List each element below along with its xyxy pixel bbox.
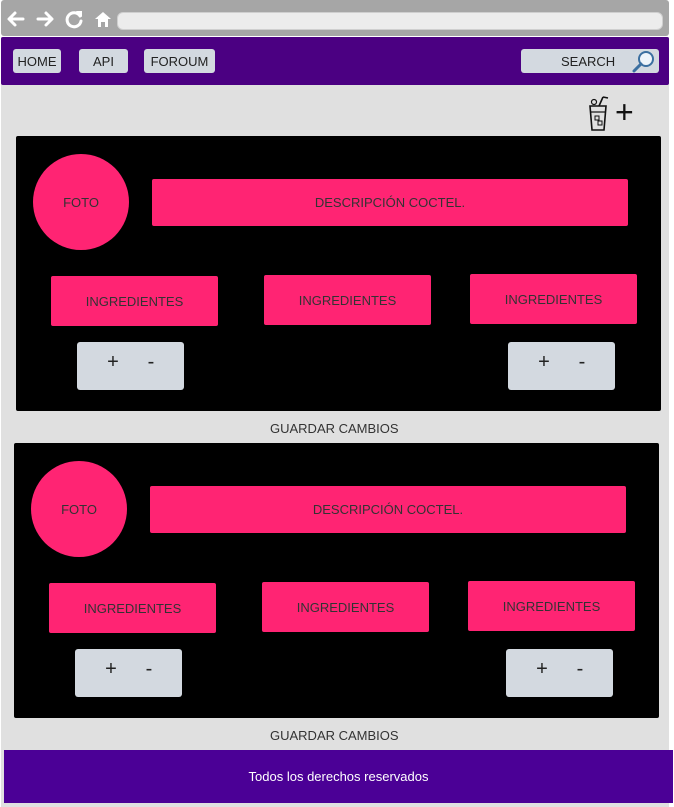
ingredients-field[interactable]: INGREDIENTES xyxy=(470,274,637,324)
reload-icon[interactable] xyxy=(63,8,85,30)
footer-copyright-text: Todos los derechos reservados xyxy=(248,769,429,784)
back-arrow-icon[interactable] xyxy=(5,8,27,30)
nav-forum-button[interactable]: FOROUM xyxy=(144,49,215,73)
save-changes-button[interactable]: GUARDAR CAMBIOS xyxy=(270,728,399,743)
nav-api-button[interactable]: API xyxy=(79,49,128,73)
cocktail-card: FOTO DESCRIPCIÓN COCTEL. INGREDIENTES IN… xyxy=(16,136,661,411)
forward-arrow-icon[interactable] xyxy=(34,8,56,30)
ingredients-field[interactable]: INGREDIENTES xyxy=(49,583,216,633)
search-icon[interactable] xyxy=(631,49,657,75)
main-navbar: HOME API FOROUM SEARCH xyxy=(1,37,669,85)
cocktail-description-field[interactable]: DESCRIPCIÓN COCTEL. xyxy=(152,179,628,226)
increment-button[interactable]: + xyxy=(534,351,554,374)
nav-home-button[interactable]: HOME xyxy=(13,49,61,73)
save-changes-button[interactable]: GUARDAR CAMBIOS xyxy=(270,421,399,436)
quantity-stepper: + - xyxy=(75,649,182,697)
search-input[interactable]: SEARCH xyxy=(521,49,659,73)
increment-button[interactable]: + xyxy=(101,658,121,681)
ingredients-field[interactable]: INGREDIENTES xyxy=(262,582,429,632)
decrement-button[interactable]: - xyxy=(570,658,590,681)
add-cocktail-button[interactable]: + xyxy=(615,94,634,130)
cocktail-description-field[interactable]: DESCRIPCIÓN COCTEL. xyxy=(150,486,626,533)
cocktail-glass-icon xyxy=(589,96,609,131)
address-bar[interactable] xyxy=(117,12,663,30)
page-footer: Todos los derechos reservados xyxy=(4,750,673,803)
cocktail-photo[interactable]: FOTO xyxy=(31,461,127,557)
increment-button[interactable]: + xyxy=(532,658,552,681)
cocktail-photo[interactable]: FOTO xyxy=(33,154,129,250)
quantity-stepper: + - xyxy=(77,342,184,390)
quantity-stepper: + - xyxy=(506,649,613,697)
decrement-button[interactable]: - xyxy=(139,658,159,681)
cocktail-card: FOTO DESCRIPCIÓN COCTEL. INGREDIENTES IN… xyxy=(14,443,659,718)
ingredients-field[interactable]: INGREDIENTES xyxy=(468,581,635,631)
increment-button[interactable]: + xyxy=(103,351,123,374)
search-label: SEARCH xyxy=(561,54,616,69)
browser-toolbar xyxy=(1,0,669,36)
decrement-button[interactable]: - xyxy=(572,351,592,374)
quantity-stepper: + - xyxy=(508,342,615,390)
home-icon[interactable] xyxy=(92,8,114,30)
add-cocktail-area[interactable]: + xyxy=(584,94,640,136)
ingredients-field[interactable]: INGREDIENTES xyxy=(264,275,431,325)
decrement-button[interactable]: - xyxy=(141,351,161,374)
ingredients-field[interactable]: INGREDIENTES xyxy=(51,276,218,326)
